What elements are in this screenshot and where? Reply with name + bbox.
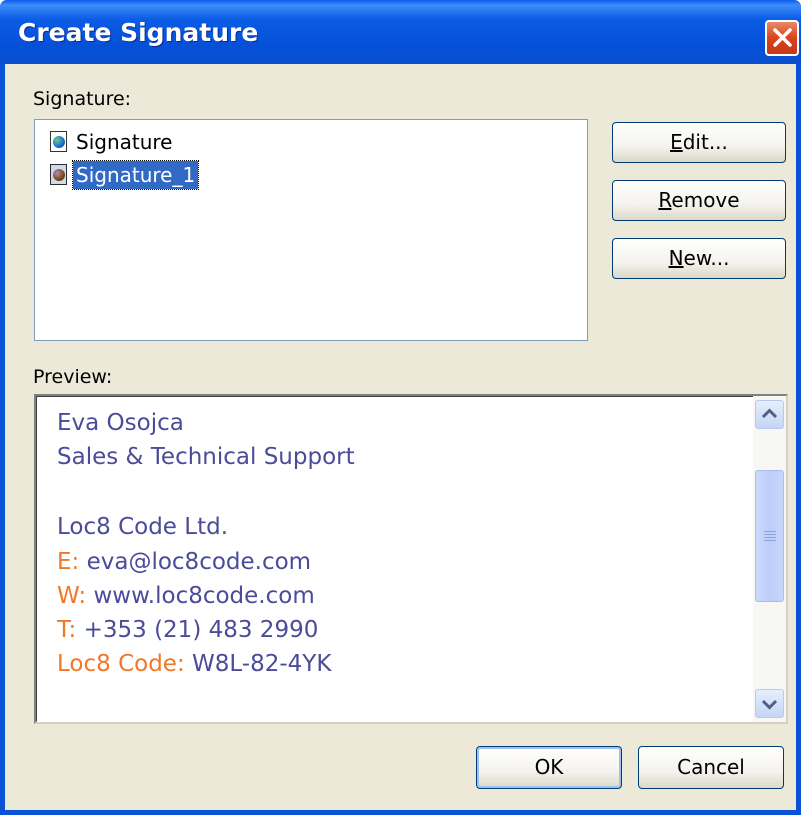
cancel-button[interactable]: Cancel [638, 746, 784, 789]
signature-list-item-label: Signature [76, 130, 173, 154]
scroll-down-button[interactable] [755, 689, 784, 718]
preview-loc8code-value: W8L-82-4YK [192, 651, 332, 677]
preview-web-key: W: [57, 583, 87, 609]
new-label: ew... [683, 246, 730, 270]
preview-web: W: www.loc8code.com [57, 583, 315, 609]
close-button[interactable] [765, 20, 799, 56]
signature-list-item[interactable]: Signature [49, 126, 175, 158]
preview-company: Loc8 Code Ltd. [57, 514, 229, 540]
window-title: Create Signature [18, 18, 259, 47]
remove-label: emove [671, 188, 740, 212]
signature-doc-icon [49, 164, 69, 186]
ok-button[interactable]: OK [476, 746, 622, 789]
dialog-client-area: Signature: Signature Signature_1 Edit...… [5, 64, 796, 810]
signature-list-item-selected[interactable]: Signature_1 [49, 159, 200, 191]
preview-phone-value: +353 (21) 483 2990 [83, 617, 319, 643]
scroll-thumb[interactable] [755, 470, 784, 602]
edit-accelerator: E [670, 130, 683, 154]
new-button[interactable]: New... [612, 238, 786, 279]
preview-email-key: E: [57, 549, 80, 575]
preview-role: Sales & Technical Support [57, 444, 355, 470]
remove-accelerator: R [658, 188, 672, 212]
scroll-down-icon [761, 699, 778, 710]
create-signature-dialog: Create Signature Signature: Signature Si… [0, 0, 801, 815]
signature-list-item-label: Signature_1 [71, 160, 200, 190]
preview-phone: T: +353 (21) 483 2990 [57, 617, 318, 643]
preview-loc8code-key: Loc8 Code: [57, 651, 185, 677]
edit-label: dit... [682, 130, 728, 154]
signature-preview: Eva Osojca Sales & Technical Support Loc… [34, 394, 788, 724]
preview-loc8code: Loc8 Code: W8L-82-4YK [57, 651, 331, 677]
close-icon [773, 28, 792, 47]
preview-email-value: eva@loc8code.com [86, 549, 312, 575]
preview-name: Eva Osojca [57, 410, 184, 436]
remove-button[interactable]: Remove [612, 180, 786, 221]
scroll-up-button[interactable] [755, 400, 784, 429]
scroll-up-icon [761, 408, 778, 419]
preview-label: Preview: [33, 366, 113, 388]
preview-email: E: eva@loc8code.com [57, 549, 311, 575]
preview-web-value: www.loc8code.com [93, 583, 315, 609]
new-accelerator: N [668, 246, 684, 270]
signature-label: Signature: [33, 88, 132, 110]
preview-phone-key: T: [57, 617, 77, 643]
signature-doc-icon [49, 131, 69, 153]
preview-scrollbar[interactable] [753, 396, 786, 722]
signature-list[interactable]: Signature Signature_1 [34, 119, 588, 341]
title-bar: Create Signature [0, 0, 801, 64]
edit-button[interactable]: Edit... [612, 122, 786, 163]
